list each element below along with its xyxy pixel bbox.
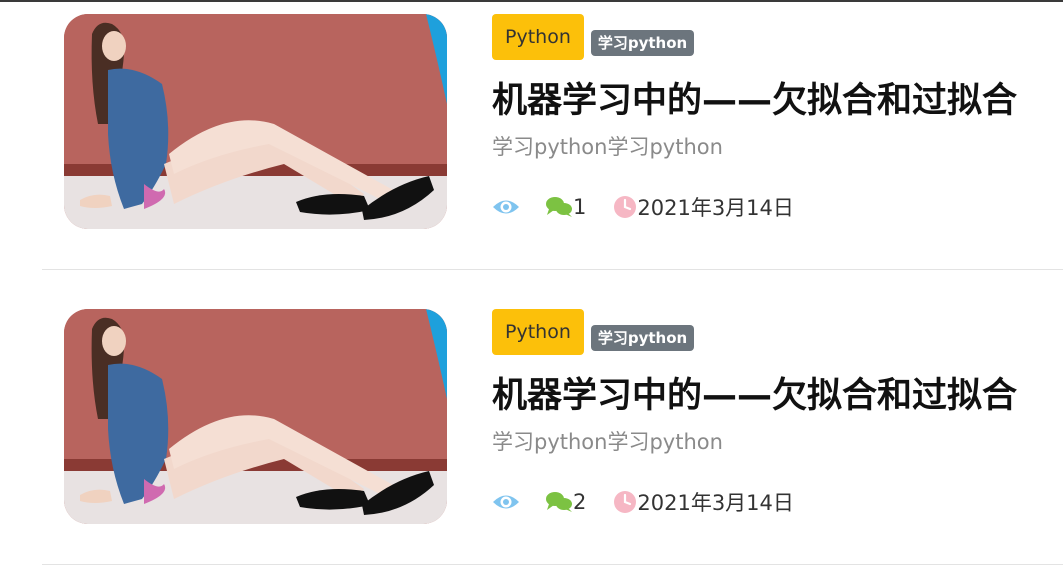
comments-count: 2 (573, 490, 587, 514)
post-stats: 1 2021年3月14日 (492, 192, 794, 222)
post-stats: 2 2021年3月14日 (492, 487, 794, 517)
date-stat: 2021年3月14日 (613, 192, 794, 222)
post-meta-tags: Python 学习python (492, 14, 695, 60)
photo-image (64, 309, 447, 524)
date-stat: 2021年3月14日 (613, 487, 794, 517)
comments-stat: 2 (545, 490, 586, 514)
post-date: 2021年3月14日 (637, 491, 794, 515)
comments-count: 1 (573, 195, 587, 219)
views-stat (492, 493, 520, 511)
category-badge[interactable]: Python (492, 309, 584, 355)
tag-badge[interactable]: 学习python (590, 325, 695, 351)
post-excerpt: 学习python学习python (492, 135, 723, 159)
tag-badge[interactable]: 学习python (590, 30, 695, 56)
clock-icon (613, 195, 637, 219)
post-thumbnail[interactable] (64, 14, 447, 229)
post-card: Python 学习python 机器学习中的——欠拟合和过拟合 学习python… (0, 0, 1063, 270)
post-date: 2021年3月14日 (637, 196, 794, 220)
post-title[interactable]: 机器学习中的——欠拟合和过拟合 (492, 72, 1017, 123)
category-badge[interactable]: Python (492, 14, 584, 60)
post-excerpt: 学习python学习python (492, 430, 723, 454)
views-stat (492, 198, 520, 216)
comments-icon (545, 196, 573, 218)
photo-image (64, 14, 447, 229)
post-divider (42, 564, 1063, 565)
clock-icon (613, 490, 637, 514)
post-thumbnail[interactable] (64, 309, 447, 524)
post-meta-tags: Python 学习python (492, 309, 695, 355)
comments-icon (545, 491, 573, 513)
post-title[interactable]: 机器学习中的——欠拟合和过拟合 (492, 367, 1017, 418)
comments-stat: 1 (545, 195, 586, 219)
post-card: Python 学习python 机器学习中的——欠拟合和过拟合 学习python… (0, 295, 1063, 565)
post-divider (42, 269, 1063, 270)
eye-icon (492, 198, 520, 216)
eye-icon (492, 493, 520, 511)
